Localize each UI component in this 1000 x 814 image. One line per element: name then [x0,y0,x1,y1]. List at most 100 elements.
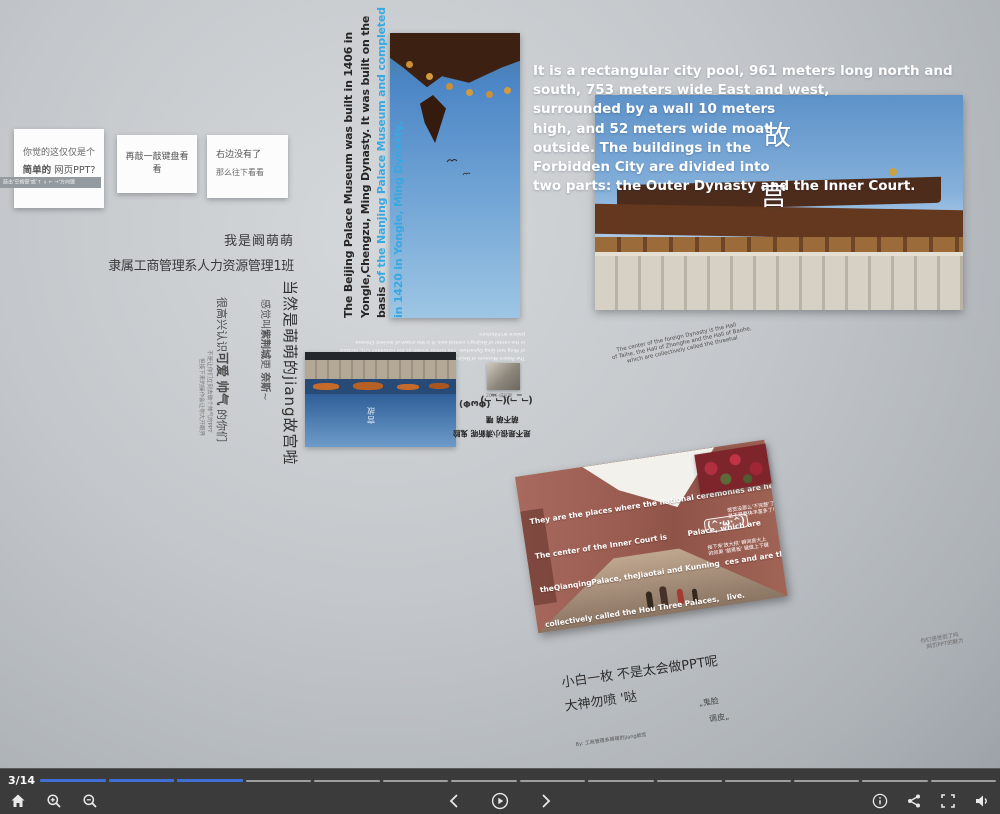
hint-card-1-rest: 网页PPT? [51,165,95,176]
progress-segment[interactable] [862,780,928,782]
fullscreen-button[interactable] [936,789,960,813]
bird-icon [462,171,471,176]
fullscreen-icon [940,793,956,809]
tiny-photo [487,363,520,390]
eave-ornament [504,87,511,94]
progress-segment[interactable] [725,780,791,782]
hint-card-1: 你觉的这仅仅是个 简单的 网页PPT? [14,129,104,208]
volume-icon [974,793,990,809]
eave-ornament [446,83,453,90]
progress-segment[interactable] [40,779,106,782]
home-icon [10,793,26,809]
next-button[interactable] [534,789,558,813]
vertical-subtitle-bold2: 奈斯 [259,372,270,392]
boat [429,383,449,389]
vertical-subtitle-post: ~ [259,392,270,400]
presentation-canvas[interactable]: 你觉的这仅仅是个 简单的 网页PPT? 敲击'空格键'或'↑ ↓ ← →'方向键… [0,0,1000,814]
vertical-subtitle: 感觉叫紫荆城更 奈斯~ [259,299,274,401]
bird-icon [446,157,458,163]
eave-ornament [426,73,433,80]
history-line3: basis of the Nanjing Palace Museum and c… [374,26,391,318]
hint-card-2-line1: 再敲一敲键盘看看 [122,149,192,175]
vertical-greeting-post: 的你们 [215,406,228,443]
eave-sky-photo [390,33,520,318]
progress-segment[interactable] [383,780,449,782]
moat-wall [305,360,456,379]
vertical-tiny-1: 不是让你们立刻去做个帅气的PPT [206,350,214,433]
zoom-in-button[interactable] [42,789,66,813]
page-indicator: 3/14 [8,774,40,787]
progress-segment[interactable] [246,780,312,782]
vertical-greeting: 很高兴认识可爱 帅气 的你们 [214,297,233,442]
hint-card-1-bold: 简单的 [23,165,52,176]
progress-segment[interactable] [931,780,997,782]
chevron-left-icon [447,793,461,809]
moat-line: Forbidden City are divided into [533,158,978,177]
vertical-greeting-bold1: 可爱 [215,352,230,377]
eave-ornament [406,61,413,68]
keyboard-hint-text: 敲击'空格键'或'↑ ↓ ← →'方向键 [0,177,101,185]
hint-card-3: 右边没有了 那么往下看看 [207,135,288,198]
share-icon [906,793,922,809]
zoom-in-icon [46,793,62,809]
moat-line: south, 753 meters wide East and west, [533,81,978,100]
moat-paragraph: It is a rectangular city pool, 961 meter… [533,62,978,196]
closing-block: 小白一枚 不是太会做PPT呢 大神勿喷 '哒 [560,650,722,715]
share-button[interactable] [902,789,926,813]
progress-segment[interactable] [109,779,175,782]
toolbar: 3/14 [0,768,1000,814]
calligraphy-gong: 宫 [760,174,787,213]
history-line3-blue: of the Nanjing Palace Museum and complet… [375,7,388,283]
progress-segment[interactable] [177,779,243,782]
vertical-tiny-2: 但接下来的操作会让你大开眼界 [198,358,206,436]
boat [397,384,419,390]
keyboard-hint-strip: 敲击'空格键'或'↑ ↓ ← →'方向键 [0,177,101,188]
home-button[interactable] [6,789,30,813]
history-line1: The Beijing Palace Museum was built in 1… [341,26,358,318]
byline: By: 工商管理系萌萌的jiang故宫 [575,730,647,747]
volume-button[interactable] [970,789,994,813]
zoom-out-icon [82,793,98,809]
intro-class: 隶属工商管理系人力资源管理1班 [108,255,294,274]
moat-watermark: 宫 故 [367,406,375,424]
vertical-title: 当然是萌萌的jiang故宫啦 [280,280,301,466]
vertical-subtitle-pre: 感觉叫 [259,299,270,329]
progress-segment[interactable] [794,780,860,782]
moat-line: It is a rectangular city pool, 961 meter… [533,62,978,81]
progress-segment[interactable] [451,780,517,782]
eave-shape [390,33,520,129]
flipped-caption-2: 是不是很小清新呢 鬼脸 [453,428,531,439]
boat [313,383,339,390]
moat-line: high, and 52 meters wide moat [533,120,978,139]
moat-line: outside. The buildings in the [533,139,978,158]
moat-line: two parts: the Outer Dynasty and the Inn… [533,177,978,196]
moat-water: 宫 故 [305,394,456,447]
history-line3-dark: basis [375,283,388,318]
vertical-subtitle-bold: 紫荆城 [259,329,270,359]
progress-segment[interactable] [520,780,586,782]
progress-bar[interactable] [40,779,996,782]
info-button[interactable] [868,789,892,813]
intro-block: 我是阚萌萌 隶属工商管理系人力资源管理1班 [108,230,294,274]
boat [353,382,383,390]
corner-note: 你们感受到了吗 网页PPT的魅力 [920,623,1000,663]
eave-corner-tip [420,95,446,143]
flipped-caption-1: 萌不萌 嘿 [486,414,519,425]
progress-segment[interactable] [314,780,380,782]
vertical-subtitle-mid: 更 [259,359,270,372]
hint-card-1-line1: 你觉的这仅仅是个 [20,145,98,158]
progress-segment[interactable] [657,780,723,782]
zoom-out-button[interactable] [78,789,102,813]
hint-card-2: 再敲一敲键盘看看 [117,135,197,193]
moat-boats-row [305,379,456,394]
vertical-greeting-pre: 很高兴认识 [215,297,228,352]
previous-button[interactable] [442,789,466,813]
moat-watermark-char2: 故 [367,406,375,415]
chevron-right-icon [539,793,553,809]
pair-kaomoji: (¬_¬)(¬_¬) [481,394,533,405]
hint-card-1-line2: 简单的 网页PPT? [20,162,98,176]
play-button[interactable] [488,789,512,813]
history-line4: in 1420 in Yongle, Ming Dynasty. [391,26,408,318]
hint-card-3-line1: 右边没有了 [216,147,288,160]
progress-segment[interactable] [588,780,654,782]
